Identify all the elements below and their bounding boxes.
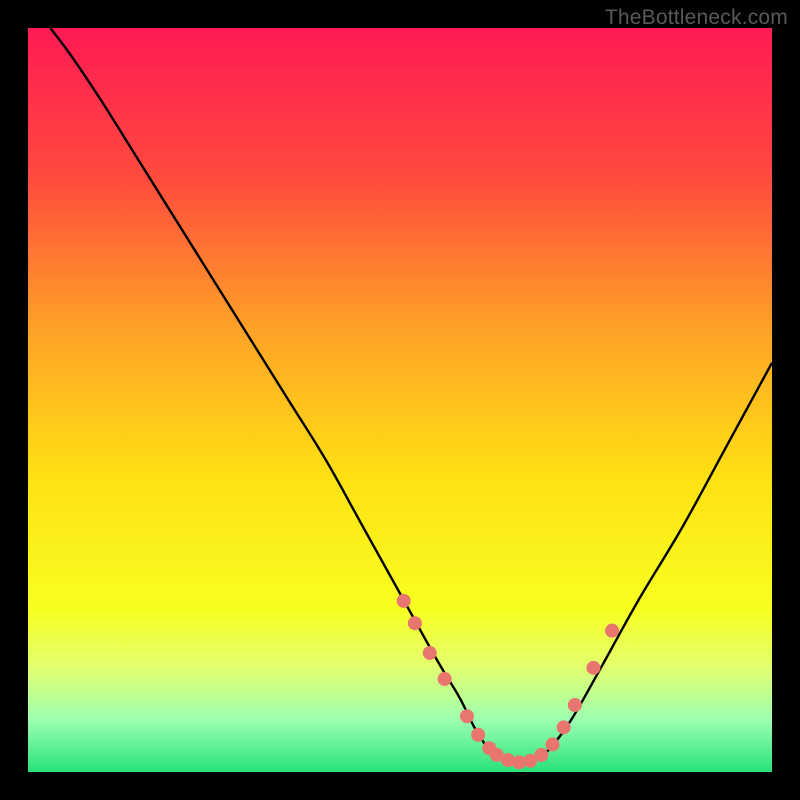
highlight-dot <box>471 728 485 742</box>
highlight-dot <box>557 720 571 734</box>
highlight-dot <box>568 698 582 712</box>
bottleneck-chart <box>28 28 772 772</box>
chart-frame <box>28 28 772 772</box>
gradient-background <box>28 28 772 772</box>
highlight-dot <box>605 624 619 638</box>
watermark-text: TheBottleneck.com <box>605 6 788 30</box>
highlight-dot <box>460 709 474 723</box>
highlight-dot <box>438 672 452 686</box>
highlight-dot <box>546 737 560 751</box>
highlight-dot <box>397 594 411 608</box>
highlight-dot <box>534 748 548 762</box>
highlight-dot <box>423 646 437 660</box>
highlight-dot <box>586 661 600 675</box>
highlight-dot <box>408 616 422 630</box>
